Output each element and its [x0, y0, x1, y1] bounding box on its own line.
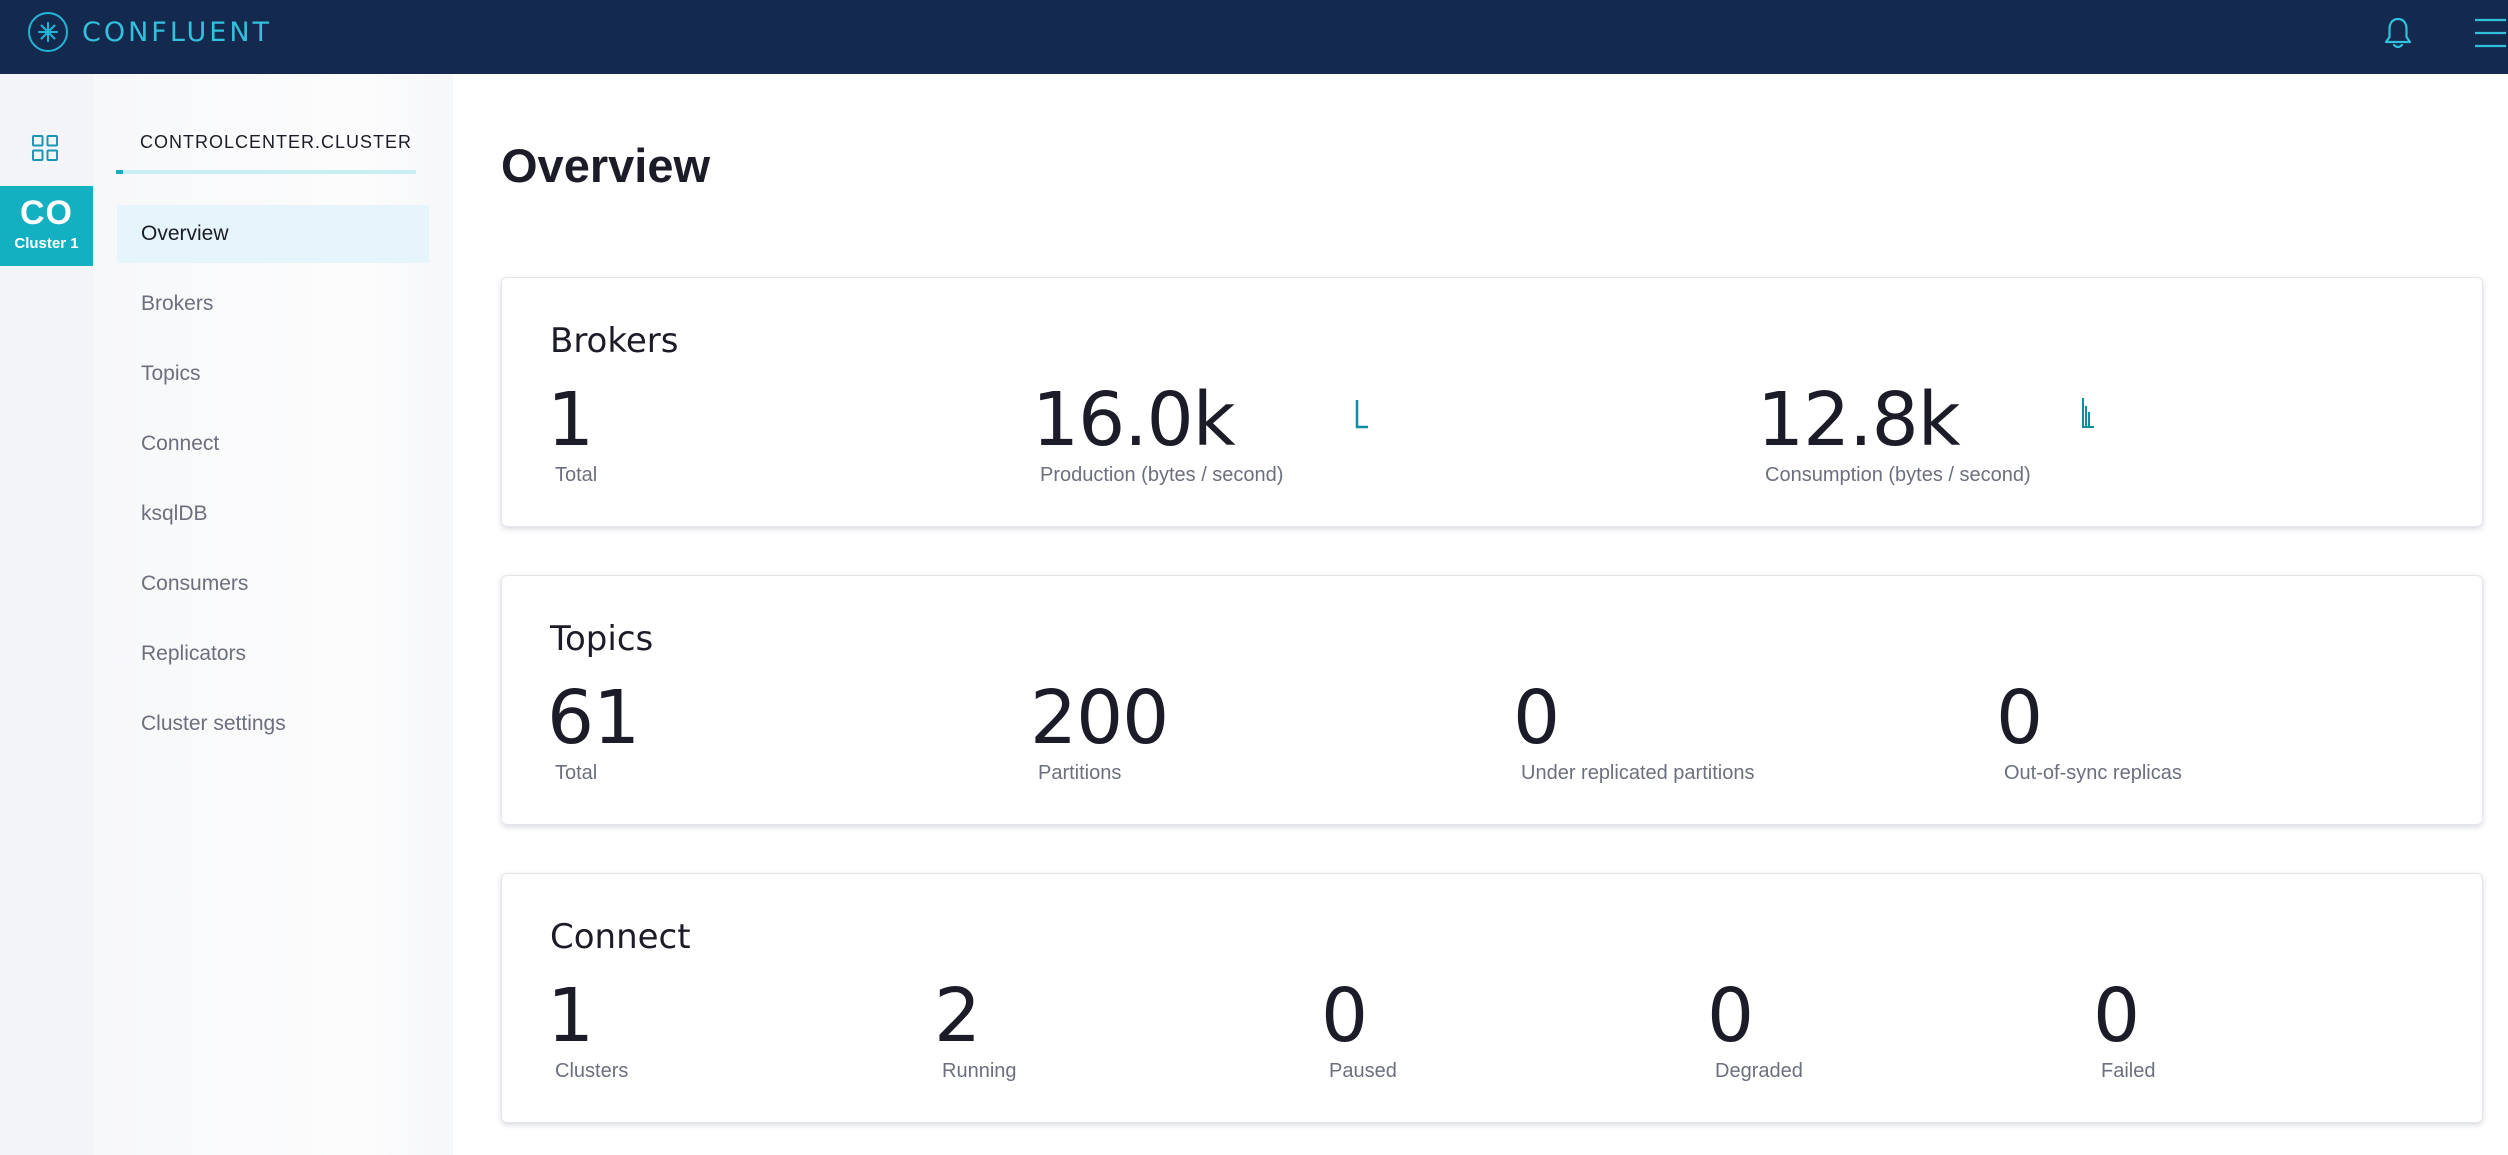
metric-label: Production (bytes / second)	[1040, 464, 1284, 486]
nav-header-underline	[116, 170, 416, 174]
cluster-switcher[interactable]: CO Cluster 1	[0, 186, 93, 266]
metric-production: 16.0k Production (bytes / second)	[1032, 380, 1283, 487]
cluster-name: Cluster 1	[14, 235, 79, 252]
metric-label: Total	[555, 762, 598, 784]
metric-degraded: 0 Degraded	[1707, 976, 1803, 1083]
cluster-nav-header: CONTROLCENTER.CLUSTER	[116, 132, 416, 174]
metric-consumption: 12.8k Consumption (bytes / second)	[1757, 380, 2031, 487]
nav-item-cluster-settings[interactable]: Cluster settings	[117, 695, 429, 753]
bell-icon[interactable]	[2383, 16, 2413, 50]
metric-label: Out-of-sync replicas	[2004, 762, 2182, 784]
metric-failed: 0 Failed	[2093, 976, 2155, 1083]
nav-item-brokers[interactable]: Brokers	[117, 275, 429, 333]
metric-value: 16.0k	[1032, 377, 1236, 463]
metric-paused: 0 Paused	[1321, 976, 1397, 1083]
metric-label: Consumption (bytes / second)	[1765, 464, 2031, 486]
confluent-logo[interactable]: CONFLUENT	[28, 12, 272, 52]
metric-brokers-total: 1 Total	[547, 380, 597, 487]
metric-out-of-sync: 0 Out-of-sync replicas	[1996, 678, 2182, 785]
nav-item-connect[interactable]: Connect	[117, 415, 429, 473]
grid-icon[interactable]	[31, 134, 59, 162]
metric-value: 0	[1996, 675, 2043, 761]
page-title: Overview	[501, 139, 711, 192]
metric-value: 0	[2093, 973, 2140, 1059]
metric-partitions: 200 Partitions	[1030, 675, 1169, 785]
production-sparkline	[1354, 396, 1370, 435]
metric-value: 200	[1030, 675, 1169, 761]
metric-value: 0	[1707, 973, 1754, 1059]
metric-value: 12.8k	[1757, 377, 1961, 463]
topics-card[interactable]: Topics 61 Total 200 Partitions 0 Under r…	[501, 575, 2483, 825]
card-title: Brokers	[550, 321, 679, 361]
logo-text: CONFLUENT	[82, 16, 273, 48]
metric-value: 1	[547, 973, 594, 1059]
metric-label: Under replicated partitions	[1521, 762, 1755, 784]
cluster-nav: CONTROLCENTER.CLUSTER Overview Brokers T…	[93, 74, 453, 1155]
nav-item-topics[interactable]: Topics	[117, 345, 429, 403]
top-bar: CONFLUENT	[0, 0, 2508, 74]
metric-label: Paused	[1329, 1060, 1397, 1082]
metric-value: 0	[1321, 973, 1368, 1059]
nav-item-consumers[interactable]: Consumers	[117, 555, 429, 613]
metric-label: Partitions	[1038, 762, 1122, 784]
metric-under-replicated: 0 Under replicated partitions	[1513, 678, 1754, 785]
metric-label: Failed	[2101, 1060, 2156, 1082]
metric-label: Clusters	[555, 1060, 629, 1082]
nav-item-overview[interactable]: Overview	[117, 205, 429, 263]
metric-connect-clusters: 1 Clusters	[547, 976, 628, 1083]
card-title: Connect	[550, 917, 691, 957]
metric-label: Total	[555, 464, 598, 486]
left-rail: CO Cluster 1	[0, 74, 93, 1155]
card-title: Topics	[550, 619, 654, 659]
connect-card[interactable]: Connect 1 Clusters 2 Running 0 Paused 0 …	[501, 873, 2483, 1123]
metric-topics-total: 61 Total	[547, 675, 640, 785]
metric-value: 1	[547, 377, 594, 463]
confluent-logo-icon	[28, 12, 68, 52]
metric-value: 2	[934, 973, 981, 1059]
cluster-abbr: CO	[20, 194, 73, 232]
metric-label: Degraded	[1715, 1060, 1803, 1082]
metric-label: Running	[942, 1060, 1017, 1082]
metric-value: 61	[547, 675, 640, 761]
hamburger-menu-icon[interactable]	[2472, 15, 2506, 51]
consumption-sparkline	[2080, 396, 2096, 435]
nav-item-replicators[interactable]: Replicators	[117, 625, 429, 683]
metric-value: 0	[1513, 675, 1560, 761]
cluster-nav-title: CONTROLCENTER.CLUSTER	[140, 132, 413, 152]
metric-running: 2 Running	[934, 976, 1017, 1083]
nav-item-ksqldb[interactable]: ksqlDB	[117, 485, 429, 543]
brokers-card[interactable]: Brokers 1 Total 16.0k Production (bytes …	[501, 277, 2483, 527]
